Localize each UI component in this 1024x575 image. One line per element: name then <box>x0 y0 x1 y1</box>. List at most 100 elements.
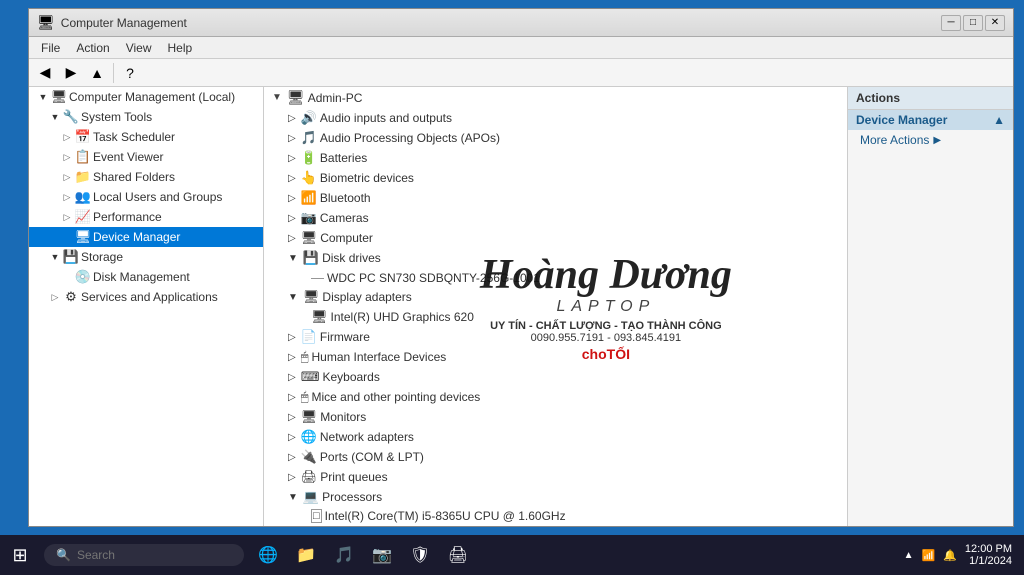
device-processors[interactable]: ▼ 💻 Processors <box>264 487 847 507</box>
system-clock[interactable]: 12:00 PM 1/1/2024 <box>965 543 1012 567</box>
expand-icon: ▷ <box>288 153 296 164</box>
toolbar-separator <box>113 63 114 83</box>
tree-event-viewer[interactable]: ▷ 📋 Event Viewer <box>29 147 263 167</box>
tree-performance[interactable]: ▷ 📈 Performance <box>29 207 263 227</box>
device-audio-apo[interactable]: ▷ 🎵 Audio Processing Objects (APOs) <box>264 128 847 148</box>
device-hid[interactable]: ▷ 🖱 Human Interface Devices <box>264 347 847 367</box>
device-firmware[interactable]: ▷ 📄 Firmware <box>264 327 847 347</box>
taskbar-shield-icon[interactable]: 🛡 <box>404 539 436 571</box>
device-computer[interactable]: ▷ 🖥 Computer <box>264 228 847 248</box>
ports-icon: 🔌 <box>301 449 317 465</box>
tree-storage[interactable]: ▼ 💾 Storage <box>29 247 263 267</box>
tree-task-scheduler-label: Task Scheduler <box>93 130 175 144</box>
tree-services[interactable]: ▷ ⚙ Services and Applications <box>29 287 263 307</box>
back-button[interactable]: ◀ <box>33 62 57 84</box>
actions-more-actions[interactable]: More Actions ▶ <box>848 130 1013 150</box>
device-intel-gpu[interactable]: 🖥 Intel(R) UHD Graphics 620 <box>264 307 847 327</box>
cameras-icon: 📷 <box>301 210 317 226</box>
window-controls: ─ □ ✕ <box>941 15 1005 31</box>
tree-task-scheduler[interactable]: ▷ 📅 Task Scheduler <box>29 127 263 147</box>
intel-gpu-label: Intel(R) UHD Graphics 620 <box>331 310 474 324</box>
device-display[interactable]: ▼ 🖥 Display adapters <box>264 287 847 307</box>
keyboards-label: Keyboards <box>322 370 379 384</box>
mice-label: Mice and other pointing devices <box>312 390 481 404</box>
display-label: Display adapters <box>322 290 411 304</box>
device-disk-drives[interactable]: ▼ 💾 Disk drives <box>264 248 847 268</box>
tray-speaker-icon[interactable]: 🔔 <box>943 549 957 562</box>
expand-icon: ▷ <box>288 392 296 403</box>
menu-action[interactable]: Action <box>68 39 117 57</box>
tree-local-users[interactable]: ▷ 👥 Local Users and Groups <box>29 187 263 207</box>
device-ports[interactable]: ▷ 🔌 Ports (COM & LPT) <box>264 447 847 467</box>
tree-system-tools-label: System Tools <box>81 110 152 124</box>
forward-button[interactable]: ▶ <box>59 62 83 84</box>
taskbar-edge-icon[interactable]: 🌐 <box>252 539 284 571</box>
audio-apo-icon: 🎵 <box>301 130 317 146</box>
computer-dev-icon: 🖥 <box>301 230 318 246</box>
taskbar-folder-icon[interactable]: 📁 <box>290 539 322 571</box>
start-button[interactable]: ⊞ <box>0 535 40 575</box>
tray-chevron-icon[interactable]: ▲ <box>904 550 914 561</box>
minimize-button[interactable]: ─ <box>941 15 961 31</box>
hid-icon: 🖱 <box>301 349 309 365</box>
device-cameras[interactable]: ▷ 📷 Cameras <box>264 208 847 228</box>
toolbar: ◀ ▶ ▲ ? <box>29 59 1013 87</box>
leaf-arrow: ▷ <box>61 211 73 223</box>
tray-wifi-icon[interactable]: 📶 <box>922 549 936 562</box>
taskbar-print-icon[interactable]: 🖨 <box>442 539 474 571</box>
device-biometric[interactable]: ▷ 👆 Biometric devices <box>264 168 847 188</box>
tree-disk-management[interactable]: 💿 Disk Management <box>29 267 263 287</box>
help-button[interactable]: ? <box>118 62 142 84</box>
audio-apo-label: Audio Processing Objects (APOs) <box>320 131 500 145</box>
taskbar-music-icon[interactable]: 🎵 <box>328 539 360 571</box>
expand-icon: ▷ <box>288 193 296 204</box>
device-network[interactable]: ▷ 🌐 Network adapters <box>264 427 847 447</box>
biometric-label: Biometric devices <box>320 171 414 185</box>
main-window: 🖥 Computer Management ─ □ ✕ File Action … <box>28 8 1014 527</box>
menu-view[interactable]: View <box>118 39 160 57</box>
tree-root[interactable]: ▼ 🖥 Computer Management (Local) <box>29 87 263 107</box>
expand-icon: ▷ <box>288 233 296 244</box>
device-root[interactable]: ▼ 🖥 Admin-PC <box>264 87 847 108</box>
services-icon: ⚙ <box>63 289 79 305</box>
device-monitors[interactable]: ▷ 🖥 Monitors <box>264 407 847 427</box>
window-title: Computer Management <box>61 16 935 30</box>
taskbar-camera-icon[interactable]: 📷 <box>366 539 398 571</box>
tree-device-manager[interactable]: 🖥 Device Manager <box>29 227 263 247</box>
task-scheduler-icon: 📅 <box>75 129 91 145</box>
menu-help[interactable]: Help <box>160 39 201 57</box>
close-button[interactable]: ✕ <box>985 15 1005 31</box>
more-actions-label: More Actions <box>860 133 929 147</box>
bluetooth-icon: 📶 <box>301 190 317 206</box>
device-bluetooth[interactable]: ▷ 📶 Bluetooth <box>264 188 847 208</box>
menu-file[interactable]: File <box>33 39 68 57</box>
biometric-icon: 👆 <box>301 170 317 186</box>
batteries-icon: 🔋 <box>301 150 317 166</box>
tree-event-viewer-label: Event Viewer <box>93 150 163 164</box>
up-button[interactable]: ▲ <box>85 62 109 84</box>
device-manager-icon: 🖥 <box>75 229 91 245</box>
device-mice[interactable]: ▷ 🖱 Mice and other pointing devices <box>264 387 847 407</box>
monitors-icon: 🖥 <box>301 409 318 425</box>
device-print-queues[interactable]: ▷ 🖨 Print queues <box>264 467 847 487</box>
tree-system-tools[interactable]: ▼ 🔧 System Tools <box>29 107 263 127</box>
device-root-label: Admin-PC <box>308 91 363 105</box>
tree-shared-folders[interactable]: ▷ 📁 Shared Folders <box>29 167 263 187</box>
tree-disk-management-label: Disk Management <box>93 270 190 284</box>
tree-device-manager-label: Device Manager <box>93 230 180 244</box>
disk-management-icon: 💿 <box>75 269 91 285</box>
maximize-button[interactable]: □ <box>963 15 983 31</box>
print-icon: 🖨 <box>301 469 318 485</box>
search-input[interactable] <box>77 548 217 562</box>
search-box[interactable]: 🔍 <box>44 544 244 566</box>
leaf-arrow: ▷ <box>61 171 73 183</box>
expand-icon: ▷ <box>288 133 296 144</box>
device-keyboards[interactable]: ▷ ⌨ Keyboards <box>264 367 847 387</box>
device-audio-inputs[interactable]: ▷ 🔊 Audio inputs and outputs <box>264 108 847 128</box>
taskbar: ⊞ 🔍 🌐 📁 🎵 📷 🛡 🖨 ▲ 📶 🔔 12:00 PM 1/1/2024 <box>0 535 1024 575</box>
device-cpu-0[interactable]: □ Intel(R) Core(TM) i5-8365U CPU @ 1.60G… <box>264 507 847 525</box>
device-wdc[interactable]: — WDC PC SN730 SDBQNTY-256G-1001 <box>264 268 847 287</box>
device-cpu-1[interactable]: □ Intel(R) Core(TM) i5-8365U CPU @ 1.60G… <box>264 525 847 526</box>
actions-device-manager-section[interactable]: Device Manager ▲ <box>848 110 1013 130</box>
device-batteries[interactable]: ▷ 🔋 Batteries <box>264 148 847 168</box>
